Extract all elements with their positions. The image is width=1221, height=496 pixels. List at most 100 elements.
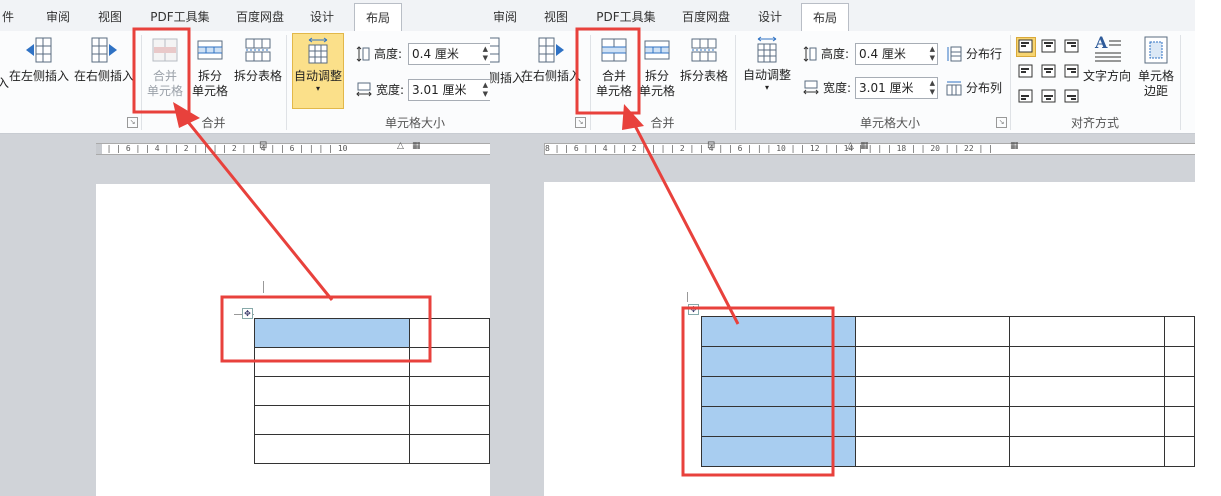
insert-right-label: 在右侧插入 (73, 69, 134, 83)
tab-review[interactable]: 审阅 (490, 5, 520, 29)
cell-margin-button[interactable]: 单元格 边距 (1132, 35, 1180, 99)
table-cell[interactable] (409, 376, 490, 406)
tab-pdf-tools[interactable]: PDF工具集 (144, 5, 216, 29)
column-marker-icon[interactable]: ▦ (1010, 141, 1019, 151)
dialog-launcher-icon[interactable]: ↘ (127, 117, 138, 128)
table-cell[interactable] (253, 434, 411, 464)
table-cell-selected[interactable] (700, 346, 857, 377)
insert-right-button[interactable]: 在右侧插入 (520, 35, 582, 84)
tab-stop-icon[interactable]: △ (847, 141, 854, 151)
table-cell[interactable] (855, 376, 1011, 407)
spinner-icon[interactable]: ▲ ▼ (930, 79, 935, 97)
tab-view[interactable]: 视图 (538, 5, 574, 29)
split-table-icon (245, 38, 271, 62)
table-move-icon[interactable]: ✥ (688, 304, 699, 315)
table-cell[interactable] (253, 376, 411, 406)
spinner-icon[interactable]: ▲ ▼ (483, 81, 488, 99)
width-input[interactable]: 3.01 厘米 ▲ ▼ (855, 77, 938, 99)
table-cell[interactable] (1163, 436, 1195, 467)
cell-margin-icon (1144, 36, 1168, 64)
tab-design[interactable]: 设计 (304, 5, 340, 29)
tab-stop-icon[interactable]: △ (397, 141, 404, 151)
merge-cells-button[interactable]: 合并 单元格 (143, 35, 187, 99)
distribute-cols-button[interactable]: 分布列 (946, 77, 1006, 99)
table-cell[interactable] (855, 436, 1011, 467)
align-icon[interactable] (1016, 35, 1082, 109)
tab-layout[interactable]: 布局 (354, 3, 402, 32)
split-table-button[interactable]: 拆分表格 (678, 35, 730, 84)
width-field-row: 宽度: 3.01 厘米 ▲ ▼ (803, 77, 939, 99)
document-page[interactable]: ✥ (544, 182, 1195, 496)
tab-baidu-netdisk[interactable]: 百度网盘 (676, 5, 736, 29)
table-cell[interactable] (1163, 346, 1195, 377)
indent-marker-icon[interactable]: ⊟ (707, 140, 715, 151)
text-direction-button[interactable]: A 文字方向 (1082, 33, 1132, 84)
height-input[interactable]: 0.4 厘米 ▲ ▼ (408, 43, 490, 65)
column-marker-icon[interactable]: ▦ (860, 141, 869, 151)
tab-view[interactable]: 视图 (92, 5, 128, 29)
table-cell[interactable] (1009, 316, 1165, 347)
table-cell[interactable] (409, 318, 490, 348)
tab-pdf-tools[interactable]: PDF工具集 (590, 5, 662, 29)
horizontal-ruler[interactable]: 8 | | 6 | | 4 | | 2 | | | | 2 | | 4 | | … (0, 140, 490, 156)
table-cell[interactable] (1009, 406, 1165, 437)
height-icon (803, 46, 817, 62)
spinner-icon[interactable]: ▲ ▼ (930, 45, 935, 63)
table-cell[interactable] (1163, 316, 1195, 347)
table-cell[interactable] (409, 405, 490, 435)
group-label-alignment: 对齐方式 (1070, 116, 1119, 130)
column-marker-icon[interactable]: ▦ (412, 141, 421, 151)
table-cell-selected[interactable] (700, 436, 857, 467)
split-cells-button[interactable]: 拆分 单元格 (188, 35, 232, 99)
table-cell[interactable] (1163, 376, 1195, 407)
dialog-launcher-icon[interactable]: ↘ (996, 117, 1007, 128)
table-cell[interactable] (409, 347, 490, 377)
table-row (700, 376, 1195, 407)
merge-cells-label-1: 合并 (152, 69, 177, 83)
dialog-launcher-icon[interactable]: ↘ (575, 117, 586, 128)
insert-right-button[interactable]: 在右侧插入 (73, 35, 135, 84)
table-cell[interactable] (1009, 436, 1165, 467)
height-field-row: 高度: 0.4 厘米 ▲ ▼ (356, 43, 490, 65)
table-cell-selected[interactable] (700, 376, 857, 407)
tab-review[interactable]: 审阅 (40, 5, 76, 29)
table-cell[interactable] (1163, 406, 1195, 437)
document-table[interactable] (700, 316, 1195, 467)
table-cell-selected[interactable] (253, 318, 411, 348)
indent-marker-icon[interactable]: ⊟ (259, 140, 267, 151)
table-cell[interactable] (1009, 346, 1165, 377)
table-row (700, 406, 1195, 437)
tab-layout[interactable]: 布局 (801, 3, 849, 32)
split-table-button[interactable]: 拆分表格 (232, 35, 284, 84)
table-row (253, 405, 490, 435)
table-cell[interactable] (855, 346, 1011, 377)
split-cells-label-2: 单元格 (191, 84, 228, 98)
insert-left-partial-label[interactable]: 侧插入 (490, 71, 524, 86)
table-cell[interactable] (409, 434, 490, 464)
tab-file[interactable]: 件 (0, 5, 18, 29)
autofit-button[interactable]: 自动调整 ▾ (740, 35, 794, 93)
table-cell[interactable] (855, 406, 1011, 437)
table-cell-selected[interactable] (700, 406, 857, 437)
horizontal-ruler[interactable]: 8 | | 6 | | 4 | | 2 | | | | 2 | | 4 | | … (490, 140, 1195, 156)
table-move-icon[interactable]: ✥ (242, 308, 253, 319)
document-table[interactable] (253, 318, 490, 464)
spinner-icon[interactable]: ▲ ▼ (483, 45, 488, 63)
tab-baidu-netdisk[interactable]: 百度网盘 (230, 5, 290, 29)
width-input[interactable]: 3.01 厘米 ▲ ▼ (408, 79, 490, 101)
distribute-rows-button[interactable]: 分布行 (946, 43, 1006, 65)
width-label: 宽度: (376, 83, 405, 97)
table-cell[interactable] (253, 347, 411, 377)
table-cell-selected[interactable] (700, 316, 857, 347)
merge-cells-button[interactable]: 合并 单元格 (592, 35, 636, 99)
split-cells-button[interactable]: 拆分 单元格 (635, 35, 679, 99)
table-cell[interactable] (253, 405, 411, 435)
tab-design[interactable]: 设计 (752, 5, 788, 29)
table-row (700, 316, 1195, 347)
autofit-button[interactable]: 自动调整 ▾ (292, 33, 344, 109)
height-input[interactable]: 0.4 厘米 ▲ ▼ (855, 43, 938, 65)
document-page[interactable]: ✥ (96, 184, 490, 496)
insert-left-button[interactable]: 在左侧插入 (8, 35, 70, 84)
table-cell[interactable] (1009, 376, 1165, 407)
table-cell[interactable] (855, 316, 1011, 347)
